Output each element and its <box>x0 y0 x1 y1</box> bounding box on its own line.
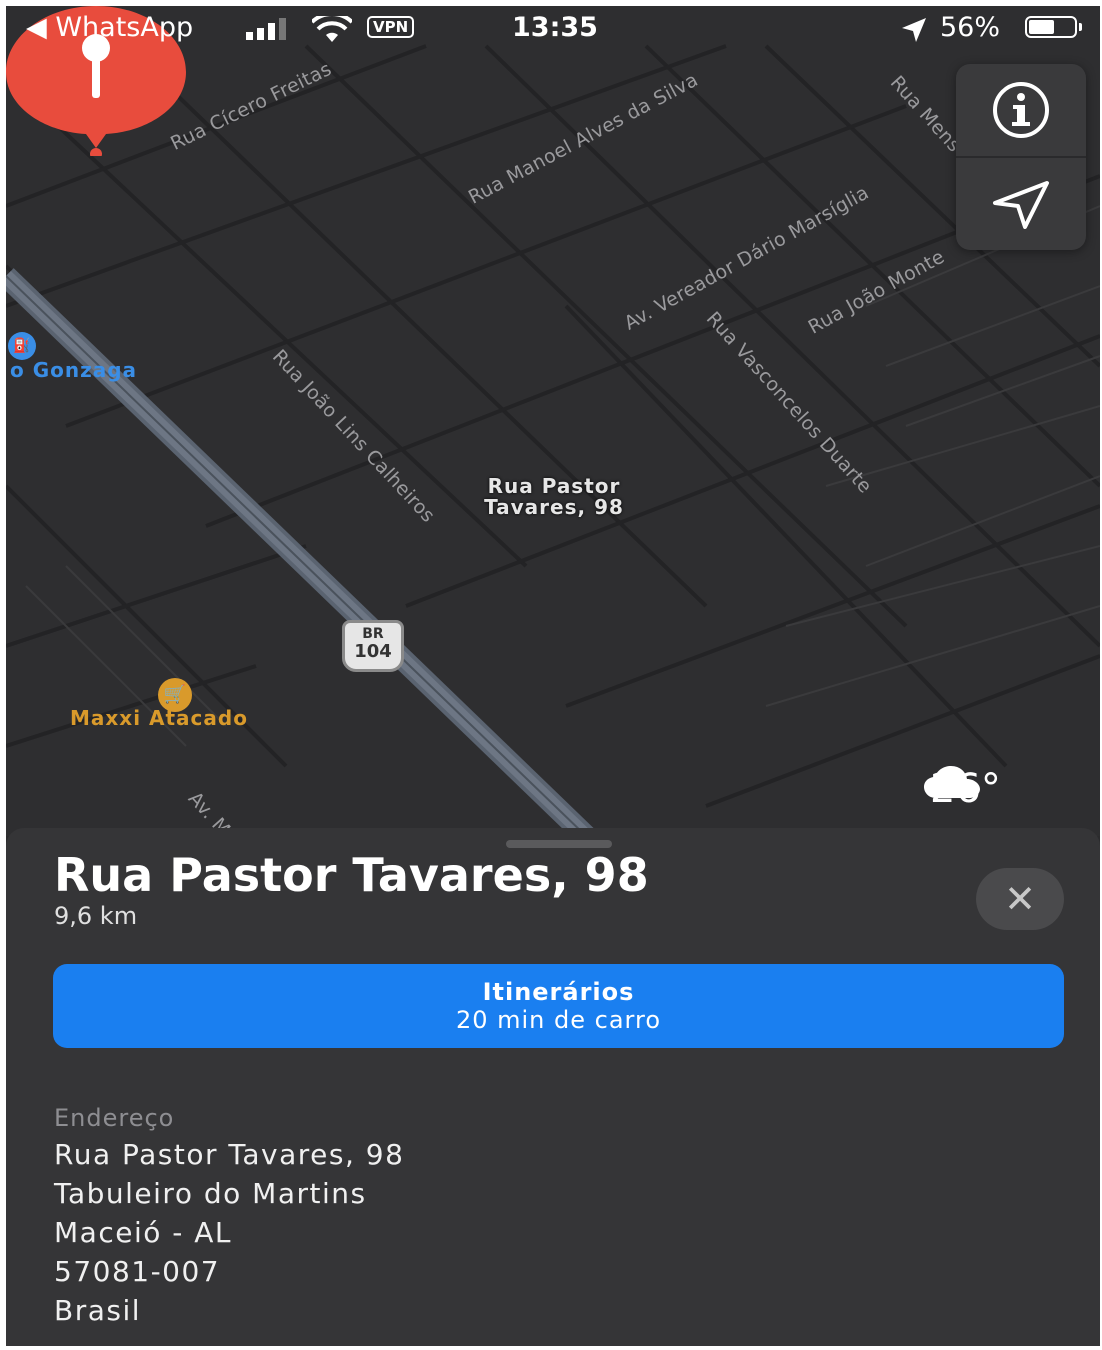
signal-bars-icon <box>246 18 286 40</box>
map-view[interactable]: Rua Cícero Freitas Rua Manoel Alves da S… <box>6 6 1100 841</box>
battery-icon <box>1025 16 1077 38</box>
place-title: Rua Pastor Tavares, 98 <box>54 848 649 902</box>
poi-gonzaga-icon[interactable]: ⛽ <box>8 332 36 360</box>
battery-percent: 56% <box>940 12 1001 43</box>
address-line-country: Brasil <box>54 1294 142 1327</box>
maps-screen: Rua Cícero Freitas Rua Manoel Alves da S… <box>6 6 1100 1346</box>
directions-button[interactable]: Itinerários 20 min de carro <box>53 964 1064 1048</box>
address-heading: Endereço <box>54 1104 175 1132</box>
vpn-badge: VPN <box>367 16 415 38</box>
close-button[interactable]: ✕ <box>976 868 1064 930</box>
info-icon <box>993 82 1049 138</box>
location-services-icon <box>902 18 926 42</box>
address-line-city: Maceió - AL <box>54 1216 233 1249</box>
pin-label-line2: Tavares, 98 <box>484 495 624 519</box>
poi-maxxi-label[interactable]: Maxxi Atacado <box>70 706 248 730</box>
highway-shield-number: 104 <box>354 641 392 662</box>
cloud-icon <box>924 766 980 798</box>
location-arrow-icon <box>993 181 1049 229</box>
address-line-postal-code: 57081-007 <box>54 1255 221 1288</box>
directions-eta: 20 min de carro <box>455 1006 662 1034</box>
place-card: Rua Pastor Tavares, 98 9,6 km ✕ Itinerár… <box>6 828 1100 1346</box>
directions-title: Itinerários <box>482 978 635 1006</box>
weather-widget: 26° <box>924 766 1001 812</box>
pin-label-line1: Rua Pastor <box>487 474 621 498</box>
sheet-grabber[interactable] <box>506 840 612 848</box>
address-line-street: Rua Pastor Tavares, 98 <box>54 1138 405 1171</box>
battery-fill <box>1029 20 1054 34</box>
highway-shield: BR 104 <box>342 620 404 672</box>
poi-gonzaga-label[interactable]: o Gonzaga <box>10 358 137 382</box>
battery-cap <box>1079 23 1082 31</box>
map-controls <box>956 64 1086 250</box>
locate-me-button[interactable] <box>956 158 1086 250</box>
pin-label: Rua Pastor Tavares, 98 <box>446 476 662 518</box>
back-to-app-link[interactable]: ◀ WhatsApp <box>26 12 193 43</box>
close-icon: ✕ <box>1004 877 1036 921</box>
clock: 13:35 <box>512 12 598 43</box>
place-distance: 9,6 km <box>54 902 138 930</box>
address-line-neighborhood: Tabuleiro do Martins <box>54 1177 367 1210</box>
info-button[interactable] <box>956 64 1086 156</box>
wifi-icon <box>312 16 352 42</box>
status-bar: ◀ WhatsApp VPN 13:35 56% <box>6 6 1100 50</box>
